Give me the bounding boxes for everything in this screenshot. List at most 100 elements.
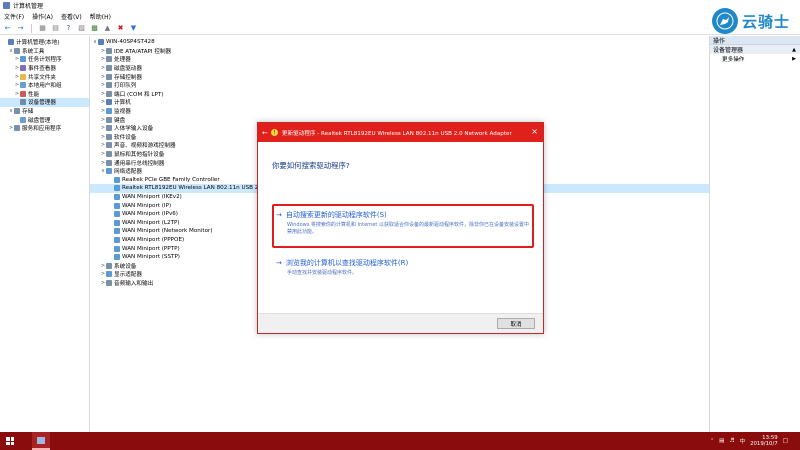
menu-action[interactable]: 操作(A) (32, 12, 53, 21)
tree-item-label: 网络适配器 (114, 169, 142, 176)
enable-device-icon[interactable]: ▼ (129, 24, 138, 33)
device-category-icon (106, 116, 112, 123)
device-category-icon (106, 65, 112, 72)
device-category-icon (106, 142, 112, 149)
input-language[interactable]: 中 (739, 437, 745, 445)
network-icon[interactable]: ▤ (719, 438, 724, 444)
tree-item[interactable]: > 打印队列 (90, 81, 709, 90)
computer-management-icon (3, 2, 10, 9)
tree-item-label: WAN Miniport (Network Monitor) (122, 228, 213, 235)
tree-item-label: 磁盘管理 (28, 117, 51, 124)
device-category-icon (114, 219, 120, 226)
tree-item[interactable]: > 本地用户和组 (0, 81, 89, 90)
tree-item-label: 软件设备 (114, 134, 137, 141)
actions-header: 操作 (710, 36, 800, 45)
tree-item[interactable]: > 任务计划程序 (0, 55, 89, 64)
tree-item[interactable]: > 端口 (COM 和 LPT) (90, 90, 709, 99)
tree-item[interactable]: 磁盘管理 (0, 115, 89, 124)
tree-item-label: WAN Miniport (L2TP) (122, 219, 180, 226)
start-button[interactable] (0, 432, 20, 450)
tree-item-label: WAN Miniport (SSTP) (122, 254, 180, 261)
forward-arrow-icon[interactable]: → (16, 24, 25, 33)
browse-computer-option[interactable]: → 浏览我的计算机以查找驱动程序软件(R) 手动查找并安装驱动程序软件。 (276, 258, 531, 277)
tree-item[interactable]: > 事件查看器 (0, 64, 89, 73)
device-category-icon (14, 47, 20, 54)
chevron-up-icon[interactable]: ⌃ (710, 438, 714, 444)
tree-item[interactable]: > 计算机 (90, 98, 709, 107)
collapse-up-icon[interactable]: ▲ (792, 47, 796, 53)
device-category-icon (106, 99, 112, 106)
tree-item[interactable]: > 监视器 (90, 107, 709, 116)
tree-item[interactable]: 设备管理器 (0, 98, 89, 107)
chevron-right-icon: ▶ (792, 55, 796, 62)
device-category-icon (114, 193, 120, 200)
tree-item-label: 监视器 (114, 109, 131, 116)
tree-item-label: 端口 (COM 和 LPT) (114, 91, 164, 98)
menu-file[interactable]: 文件(F) (4, 12, 24, 21)
device-category-icon (20, 99, 26, 106)
knight-logo-icon (711, 8, 738, 34)
tree-item-label: 系统工具 (22, 48, 45, 55)
tree-item[interactable]: ∨ WIN-40SP4ST428 (90, 38, 709, 47)
volume-icon[interactable]: ♬ (729, 438, 734, 444)
tree-item-label: 计算机管理(本地) (16, 40, 60, 47)
tree-item[interactable]: > 存储控制器 (90, 72, 709, 81)
taskbar-computer-management[interactable] (32, 432, 50, 450)
device-category-icon (114, 211, 120, 218)
tree-item-label: WAN Miniport (IPv6) (122, 211, 178, 218)
properties-icon[interactable]: ▦ (38, 24, 47, 33)
console-tree: 计算机管理(本地) ∨ 系统工具 > 任务计划程序 > 事件查看器 > 共享文件夹 > 本地用户和组… (0, 36, 90, 432)
tree-item[interactable]: > 性能 (0, 90, 89, 99)
actions-section-device-manager[interactable]: 设备管理器 ▲ (710, 45, 800, 54)
title-bar: 计算机管理 (0, 0, 800, 11)
tree-item[interactable]: ∨ 存储 (0, 107, 89, 116)
tree-item[interactable]: ∨ 系统工具 (0, 47, 89, 56)
tree-item-label: 磁盘驱动器 (114, 66, 142, 73)
menu-view[interactable]: 查看(V) (61, 12, 82, 21)
tree-item[interactable]: > 磁盘驱动器 (90, 64, 709, 73)
computer-management-icon (37, 436, 45, 444)
device-category-icon (106, 168, 112, 175)
tree-item-label: 显示适配器 (114, 272, 142, 279)
right-arrow-icon: → (276, 259, 282, 267)
help-icon[interactable]: ? (64, 24, 73, 33)
tree-item[interactable]: 计算机管理(本地) (0, 38, 89, 47)
device-category-icon (8, 39, 14, 46)
uninstall-device-icon[interactable]: ✖ (116, 24, 125, 33)
device-category-icon (106, 108, 112, 115)
dialog-question: 你要如何搜索驱动程序? (272, 161, 350, 170)
browse-computer-title: 浏览我的计算机以查找驱动程序软件(R) (285, 259, 409, 267)
device-category-icon (106, 159, 112, 166)
device-category-icon (106, 90, 112, 97)
tree-item[interactable]: > 服务和应用程序 (0, 124, 89, 133)
tree-item-label: 存储控制器 (114, 74, 142, 81)
tree-item[interactable]: > 处理器 (90, 55, 709, 64)
export-list-icon[interactable]: ▧ (77, 24, 86, 33)
warning-icon: ! (270, 129, 278, 136)
close-icon[interactable]: × (531, 128, 538, 136)
tree-item-label: 共享文件夹 (28, 74, 56, 81)
clock[interactable]: 13:59 2019/10/7 (750, 435, 778, 448)
tree-item[interactable]: > 共享文件夹 (0, 72, 89, 81)
device-category-icon (114, 254, 120, 261)
back-arrow-icon[interactable]: ← (3, 24, 12, 33)
dialog-title-bar: ← ! 更新驱动程序 - Realtek RTL8192EU Wireless … (258, 123, 543, 142)
menu-help[interactable]: 帮助(H) (90, 12, 111, 21)
tree-item[interactable]: > IDE ATA/ATAPI 控制器 (90, 47, 709, 56)
highlight-box (272, 204, 534, 248)
device-category-icon (114, 236, 120, 243)
dialog-body: 你要如何搜索驱动程序? → 自动搜索更新的驱动程序软件(S) Windows 将… (258, 142, 543, 315)
device-category-icon (20, 65, 26, 72)
notification-icon[interactable]: □ (783, 438, 788, 444)
scan-hardware-icon[interactable]: ▩ (90, 24, 99, 33)
device-category-icon (20, 82, 26, 89)
cancel-button[interactable]: 取消 (497, 318, 535, 329)
tree-item-label: 性能 (28, 91, 40, 98)
dialog-footer: 取消 (258, 313, 543, 333)
dialog-title: 更新驱动程序 - Realtek RTL8192EU Wireless LAN … (281, 130, 512, 137)
console-tree-icon[interactable]: ▤ (51, 24, 60, 33)
back-arrow-icon[interactable]: ← (262, 129, 268, 137)
device-category-icon (114, 245, 120, 252)
update-driver-icon[interactable]: ▲ (103, 24, 112, 33)
more-actions-item[interactable]: 更多操作 ▶ (710, 54, 800, 63)
